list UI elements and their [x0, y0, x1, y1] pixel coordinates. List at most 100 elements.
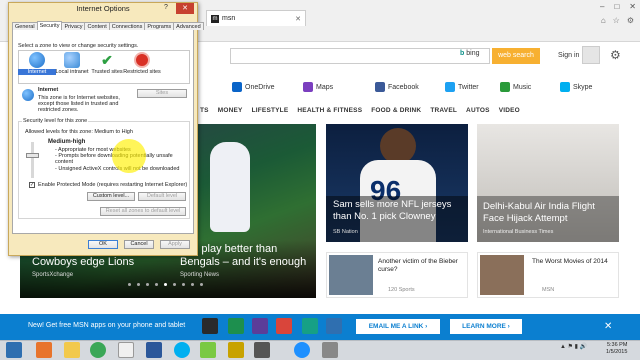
web-search-button[interactable]: web search	[492, 48, 540, 64]
apply-button[interactable]: Apply	[160, 240, 190, 249]
media-player-icon[interactable]	[36, 342, 52, 358]
carousel-dot[interactable]	[164, 283, 167, 286]
nav-item[interactable]: MONEY	[218, 107, 243, 114]
nav-item[interactable]: HEALTH & FITNESS	[297, 107, 362, 114]
hero-headline[interactable]: Bengals – and it's enough	[180, 256, 306, 268]
clock[interactable]: 5:36 PM 1/5/2015	[606, 342, 627, 356]
nav-item[interactable]: TS	[200, 107, 209, 114]
monitor-icon[interactable]	[254, 342, 270, 358]
photo-icon[interactable]	[322, 342, 338, 358]
card-source: 120 Sports	[388, 287, 415, 293]
hero-left-headline[interactable]: Cowboys edge Lions	[32, 256, 134, 268]
security-level-slider[interactable]	[26, 153, 39, 158]
card-headline[interactable]: Another victim of the Bieber curse?	[378, 258, 464, 274]
tab-content[interactable]: Content	[84, 22, 110, 30]
q-app-icon[interactable]	[118, 342, 134, 358]
carousel-dot[interactable]	[146, 283, 149, 286]
carousel-dot[interactable]	[137, 283, 140, 286]
carousel-dot[interactable]	[191, 283, 194, 286]
learn-more-button[interactable]: LEARN MORE ›	[450, 319, 522, 334]
weather-app-icon[interactable]	[326, 318, 342, 334]
service-maps[interactable]: Maps	[303, 82, 333, 92]
nav-item[interactable]: LIFESTYLE	[252, 107, 289, 114]
carousel-dot[interactable]	[128, 283, 131, 286]
dialog-close-button[interactable]: ✕	[176, 3, 194, 14]
service-onedrive[interactable]: OneDrive	[232, 82, 275, 92]
carousel-dot[interactable]	[200, 283, 203, 286]
nav-item[interactable]: TRAVEL	[430, 107, 457, 114]
tab-programs[interactable]: Programs	[144, 22, 175, 30]
zone-restricted-sites[interactable]: Restricted sites	[123, 52, 161, 75]
card-headline[interactable]: The Worst Movies of 2014	[532, 258, 616, 266]
tab-security[interactable]: Security	[36, 21, 63, 30]
browser-tab[interactable]: m msn ✕	[206, 10, 306, 26]
email-link-button[interactable]: EMAIL ME A LINK ›	[356, 319, 440, 334]
tab-connections[interactable]: Connections	[108, 22, 146, 30]
sports-app-icon[interactable]	[252, 318, 268, 334]
clock-time: 5:36 PM	[606, 342, 628, 348]
health-app-icon[interactable]	[276, 318, 292, 334]
home-icon[interactable]: ⌂	[601, 16, 606, 25]
system-tray[interactable]: ▲ ⚑ ▮ 🔊	[560, 343, 587, 350]
ie-icon[interactable]	[294, 342, 310, 358]
star-icon[interactable]: ☆	[613, 16, 620, 25]
nav-item[interactable]: VIDEO	[499, 107, 520, 114]
browser-tab-label: msn	[222, 15, 236, 22]
maximize-button[interactable]: □	[614, 2, 619, 11]
word-icon[interactable]	[146, 342, 162, 358]
carousel-dot[interactable]	[173, 283, 176, 286]
nav-item[interactable]: AUTOS	[466, 107, 490, 114]
close-window-button[interactable]: ✕	[629, 2, 636, 11]
close-tab-icon[interactable]: ✕	[295, 15, 301, 23]
service-skype[interactable]: Skype	[560, 82, 592, 92]
onedrive-icon	[232, 82, 242, 92]
money-app-icon[interactable]	[228, 318, 244, 334]
service-label: Twitter	[458, 83, 479, 91]
card-headline[interactable]: Face Hijack Attempt	[483, 213, 567, 224]
zone-internet[interactable]: Internet	[18, 52, 56, 75]
zone-label: Restricted sites	[123, 69, 161, 75]
card-headline[interactable]: Delhi-Kabul Air India Flight	[483, 201, 595, 212]
cursor-highlight	[112, 139, 146, 173]
gear-icon[interactable]: ⚙	[627, 16, 634, 25]
sign-in-link[interactable]: Sign in	[558, 52, 579, 59]
search-input[interactable]	[230, 48, 490, 64]
zone-local-intranet[interactable]: Local intranet	[53, 52, 91, 75]
protected-mode-checkbox[interactable]: ✓	[29, 182, 35, 188]
carousel-dot[interactable]	[155, 283, 158, 286]
skype-taskbar-icon[interactable]	[174, 342, 190, 358]
tab-privacy[interactable]: Privacy	[61, 22, 86, 30]
winamp-icon[interactable]	[228, 342, 244, 358]
default-level-button[interactable]: Default level	[138, 192, 186, 201]
card-headline[interactable]: than No. 1 pick Clowney	[333, 211, 435, 222]
ok-button[interactable]: OK	[88, 240, 118, 249]
chrome-icon[interactable]	[90, 342, 106, 358]
zone-description: restricted zones.	[38, 107, 79, 113]
sites-button[interactable]: Sites	[137, 89, 187, 98]
tab-advanced[interactable]: Advanced	[173, 22, 204, 30]
protected-mode-label: Enable Protected Mode (requires restarti…	[38, 182, 188, 188]
banner-close-button[interactable]: ✕	[604, 321, 612, 332]
start-icon[interactable]	[6, 342, 22, 358]
service-facebook[interactable]: Facebook	[375, 82, 419, 92]
cancel-button[interactable]: Cancel	[124, 240, 154, 249]
custom-level-button[interactable]: Custom level...	[87, 192, 135, 201]
help-button[interactable]: ?	[164, 4, 168, 11]
folder-icon[interactable]	[64, 342, 80, 358]
paint-icon[interactable]	[200, 342, 216, 358]
card-headline[interactable]: Sam sells more NFL jerseys	[333, 199, 451, 210]
avatar[interactable]	[582, 46, 600, 64]
food-app-icon[interactable]	[302, 318, 318, 334]
carousel-dot[interactable]	[182, 283, 185, 286]
news-app-icon[interactable]	[202, 318, 218, 334]
minimize-button[interactable]: –	[600, 2, 604, 11]
zone-trusted-sites[interactable]: ✔ Trusted sites	[88, 52, 126, 75]
service-twitter[interactable]: Twitter	[445, 82, 479, 92]
carousel-dots	[128, 283, 203, 286]
settings-gear-icon[interactable]: ⚙	[610, 48, 621, 62]
tab-general[interactable]: General	[12, 22, 38, 30]
service-music[interactable]: Music	[500, 82, 531, 92]
service-label: Music	[513, 83, 532, 91]
nav-item[interactable]: FOOD & DRINK	[371, 107, 421, 114]
reset-all-zones-button[interactable]: Reset all zones to default level	[100, 207, 186, 216]
